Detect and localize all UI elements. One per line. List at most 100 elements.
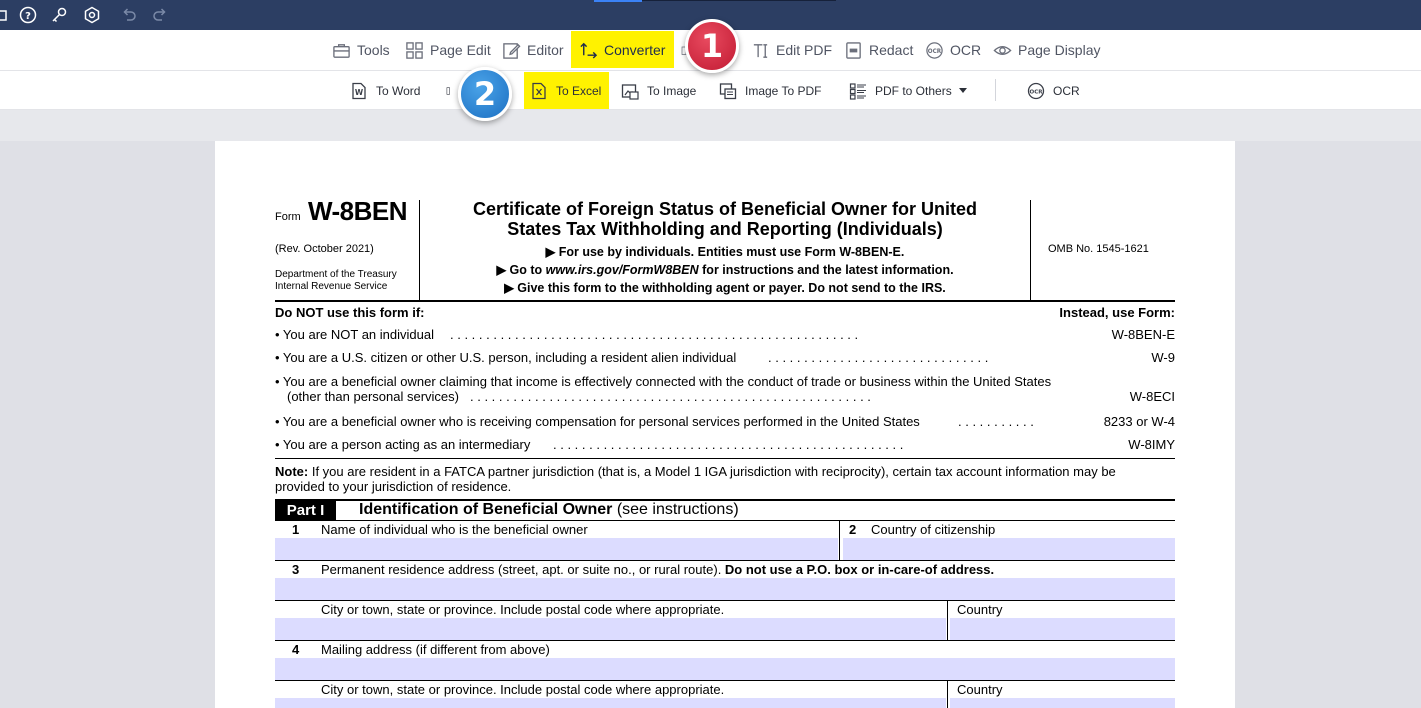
bullet-3-cont: (other than personal services) (287, 389, 459, 404)
address-input[interactable] (275, 578, 1175, 600)
svg-text:W: W (355, 88, 364, 97)
edit-icon (503, 42, 521, 59)
editor-tab[interactable]: Editor (502, 30, 564, 70)
to-image-button[interactable]: To Image (621, 71, 696, 110)
form-number: W-8BEN (308, 196, 408, 226)
document-icon (446, 86, 450, 95)
form-subtitle-2: ▶ Go to www.irs.gov/FormW8BEN for instru… (420, 262, 1030, 277)
page-edit-tab[interactable]: Page Edit (405, 30, 491, 70)
part-hint: (see instructions) (612, 501, 739, 518)
department: Department of the Treasury (275, 269, 397, 280)
line-3-warning: Do not use a P.O. box or in-care-of addr… (724, 562, 995, 577)
country-divider-2 (947, 680, 948, 708)
chevron-down-icon (958, 88, 967, 93)
excel-icon (532, 82, 546, 99)
image-icon (621, 83, 639, 100)
ocr-icon: OCR (1027, 82, 1045, 99)
page-edit-label: Page Edit (430, 42, 491, 58)
dot-leader-5: . . . . . . . . . . . . . . . . . . . . … (553, 437, 904, 452)
line-2-label: Country of citizenship (871, 522, 996, 537)
redact-icon (846, 41, 861, 59)
omb-number: OMB No. 1545-1621 (1048, 243, 1149, 255)
svg-text:?: ? (25, 11, 31, 22)
tools-tab[interactable]: Tools (332, 30, 390, 70)
city-label-2: City or town, state or province. Include… (321, 682, 725, 697)
converter-tab[interactable]: Converter (571, 31, 675, 68)
row-rule-1 (275, 560, 1175, 561)
part-heading-rule (275, 520, 1175, 521)
list-icon (849, 82, 866, 100)
to-excel-label: To Excel (556, 83, 602, 98)
revision-date: (Rev. October 2021) (275, 243, 374, 255)
citizenship-input[interactable] (843, 538, 1175, 560)
agency: Internal Revenue Service (275, 281, 388, 292)
image-pdf-icon (719, 82, 737, 99)
tools-label: Tools (357, 42, 390, 58)
line-1-label: Name of individual who is the beneficial… (321, 522, 588, 537)
redact-tab[interactable]: Redact (844, 30, 913, 70)
part-title: Identification of Beneficial Owner (359, 501, 613, 518)
window-icon[interactable] (0, 5, 12, 25)
to-excel-button[interactable]: To Excel (524, 72, 610, 109)
image-to-pdf-button[interactable]: Image To PDF (719, 71, 821, 110)
row-rule-2 (275, 600, 1175, 601)
eye-icon (993, 45, 1012, 55)
to-word-button[interactable]: W To Word (350, 71, 420, 110)
form-word: Form (275, 211, 301, 223)
line-1-number: 1 (292, 522, 300, 537)
row-rule-3 (275, 640, 1175, 641)
undo-icon[interactable] (119, 5, 139, 25)
line-4-number: 4 (292, 642, 300, 657)
redo-icon[interactable] (150, 5, 170, 25)
do-not-use-heading: Do NOT use this form if: (275, 305, 425, 320)
note: Note: If you are resident in a FATCA par… (275, 464, 1116, 479)
pdf-to-others-label: PDF to Others (875, 83, 952, 98)
city-input-2[interactable] (275, 698, 946, 708)
city-input[interactable] (275, 618, 946, 640)
line-4-label: Mailing address (if different from above… (321, 642, 550, 657)
bullet-2-form: W-9 (1151, 350, 1175, 365)
page-display-label: Page Display (1018, 42, 1101, 58)
bullet-4-form: 8233 or W-4 (1103, 414, 1175, 429)
svg-text:OCR: OCR (928, 48, 942, 54)
country-input-2[interactable] (950, 698, 1175, 708)
grid-icon (406, 41, 423, 59)
part-label: Part I (275, 501, 336, 520)
toolbar-divider (995, 79, 996, 101)
editor-label: Editor (527, 42, 564, 58)
ocr-icon: OCR (926, 41, 943, 59)
help-icon[interactable]: ? (18, 5, 38, 25)
city-label: City or town, state or province. Include… (321, 602, 725, 617)
ocr-tab[interactable]: OCR OCR (925, 30, 981, 70)
image-to-pdf-label: Image To PDF (745, 83, 822, 98)
bullet-4: • You are a beneficial owner who is rece… (275, 414, 920, 429)
step-badge-1: 1 (685, 19, 739, 73)
edit-pdf-label: Edit PDF (776, 42, 833, 58)
mailing-address-input[interactable] (275, 658, 1175, 680)
form-subtitle-2-post: for instructions and the latest informat… (698, 263, 954, 277)
page-display-tab[interactable]: Page Display (993, 30, 1101, 70)
tab-strip (642, 0, 836, 1)
note-label: Note: (275, 464, 309, 479)
text-cursor-icon (753, 43, 768, 58)
instead-heading: Instead, use Form: (1059, 305, 1175, 320)
country-input[interactable] (950, 618, 1175, 640)
name-input[interactable] (275, 538, 838, 560)
form-url[interactable]: www.irs.gov/FormW8BEN (546, 263, 699, 277)
settings-icon[interactable] (82, 5, 102, 25)
sub-ocr-button[interactable]: OCR OCR (1027, 71, 1080, 110)
converter-subtoolbar: W To Word To Excel To Image Image To PDF… (0, 71, 1421, 110)
dot-leader-1: . . . . . . . . . . . . . . . . . . . . … (450, 327, 859, 342)
bullet-1: • You are NOT an individual (275, 327, 434, 342)
form-subtitle-2-pre: ▶ Go to (496, 263, 546, 277)
header-rule (275, 300, 1175, 302)
form-title-2: States Tax Withholding and Reporting (In… (507, 219, 943, 239)
toolbox-icon (333, 43, 350, 58)
edit-pdf-tab[interactable]: Edit PDF (751, 30, 832, 70)
note-rule (275, 458, 1175, 459)
key-icon[interactable] (49, 5, 69, 25)
pdf-to-others-dropdown[interactable]: PDF to Others (849, 71, 967, 110)
dot-leader-3: . . . . . . . . . . . . . . . . . . . . … (470, 389, 871, 404)
line-3-number: 3 (292, 562, 300, 577)
convert-icon (580, 42, 598, 59)
